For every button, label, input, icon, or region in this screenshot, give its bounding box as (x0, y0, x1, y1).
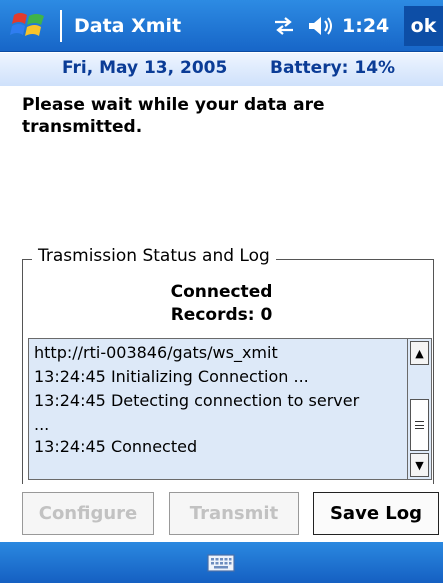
ok-button[interactable]: ok (404, 6, 443, 46)
connection-status: Connected (170, 282, 273, 302)
save-log-button[interactable]: Save Log (313, 492, 439, 535)
clock[interactable]: 1:24 (342, 15, 389, 37)
battery-status: Battery: 14% (270, 58, 396, 78)
log-line: 13:24:45 Connected (34, 437, 198, 456)
scroll-up-button[interactable]: ▲ (410, 341, 429, 365)
app-title: Data Xmit (74, 15, 182, 37)
connectivity-icon[interactable] (272, 16, 296, 36)
log-line: ... (34, 415, 50, 434)
windows-start-icon[interactable] (10, 9, 48, 43)
scroll-down-button[interactable]: ▼ (410, 453, 429, 477)
save-log-button-label: Save Log (329, 503, 423, 524)
log-line: http://rti-003846/gats/ws_xmit (34, 343, 278, 362)
arrow-up-icon: ▲ (415, 346, 424, 360)
speaker-icon[interactable] (306, 14, 334, 38)
log-scrollbar[interactable]: ▲ ▼ (407, 339, 431, 479)
arrow-down-icon: ▼ (415, 458, 424, 472)
log-line: 13:24:45 Detecting connection to server (34, 391, 360, 410)
configure-button-label: Configure (38, 503, 138, 524)
grip-icon (415, 421, 424, 429)
transmit-button-label: Transmit (189, 503, 279, 524)
transmit-button[interactable]: Transmit (169, 492, 299, 535)
ok-button-label: ok (410, 15, 437, 37)
date-text: Fri, May 13, 2005 (62, 58, 228, 78)
records-count: Records: 0 (170, 305, 273, 325)
title-separator (60, 10, 62, 42)
bottom-menu-bar (0, 542, 443, 583)
keyboard-icon[interactable] (207, 554, 235, 572)
scroll-thumb[interactable] (410, 399, 429, 451)
wait-message: Please wait while your data are transmit… (22, 95, 325, 137)
configure-button[interactable]: Configure (22, 492, 154, 535)
log-line: 13:24:45 Initializing Connection ... (34, 367, 309, 386)
date-bar: Fri, May 13, 2005 Battery: 14% (0, 53, 443, 86)
log-listbox[interactable]: http://rti-003846/gats/ws_xmit 13:24:45 … (28, 338, 432, 480)
group-legend: Trasmission Status and Log (32, 246, 276, 266)
title-bar: Data Xmit 1:24 ok (0, 0, 443, 52)
